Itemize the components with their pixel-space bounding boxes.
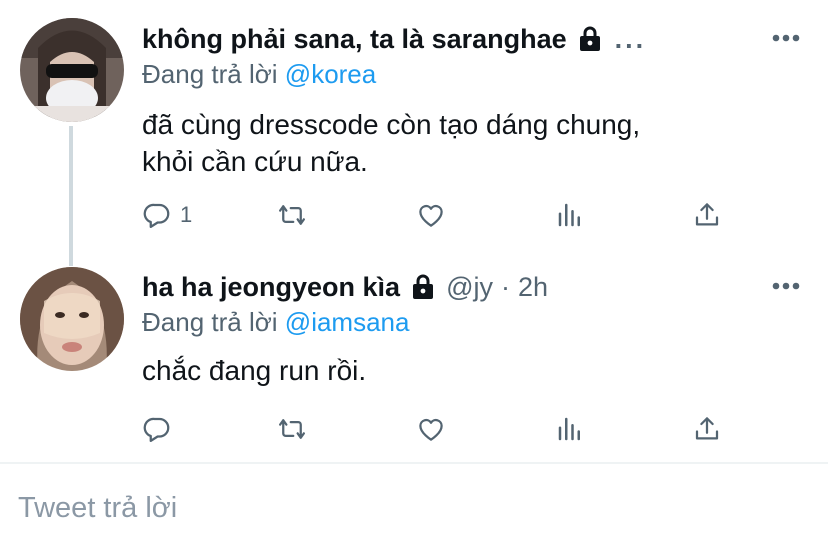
reply-button[interactable]: 1	[142, 200, 192, 230]
share-icon	[695, 417, 719, 440]
avatar[interactable]	[20, 18, 124, 122]
tweet-1[interactable]: không phải sana, ta là saranghae ... Đan…	[0, 0, 828, 260]
tweet-text: chắc đang run rồi.	[142, 352, 782, 389]
heart-icon	[419, 418, 443, 441]
replying-to-label: Đang trả lời	[142, 307, 278, 337]
analytics-icon	[558, 203, 580, 227]
retweet-button[interactable]	[277, 414, 307, 444]
tweet-text-line: đã cùng dresscode còn tạo dáng chung,	[142, 109, 641, 140]
analytics-icon	[558, 417, 580, 441]
like-button[interactable]	[416, 200, 446, 230]
replying-to-label: Đang trả lời	[142, 59, 278, 89]
lock-icon	[412, 274, 434, 300]
display-name[interactable]: không phải sana, ta là saranghae	[142, 22, 567, 56]
retweet-icon	[279, 205, 305, 225]
reply-compose-input[interactable]: Tweet trả lời	[18, 492, 177, 525]
analytics-button[interactable]	[555, 414, 585, 444]
reply-icon	[143, 417, 170, 442]
display-name[interactable]: ha ha jeongyeon kìa	[142, 270, 400, 304]
tweet-actions: 1	[142, 200, 742, 232]
replying-to-mention[interactable]: @iamsana	[285, 307, 410, 337]
like-button[interactable]	[416, 414, 446, 444]
timestamp[interactable]: 2h	[518, 270, 548, 304]
share-button[interactable]	[692, 200, 722, 230]
avatar[interactable]	[20, 267, 124, 371]
tweet-text-line: chắc đang run rồi.	[142, 355, 367, 386]
heart-icon	[419, 204, 443, 227]
truncation-ellipsis: ...	[614, 24, 647, 54]
retweet-icon	[279, 419, 305, 439]
replying-to: Đang trả lời @korea	[142, 58, 376, 90]
replying-to-mention[interactable]: @korea	[285, 59, 376, 89]
tweet-text-line: khỏi cần cứu nữa.	[142, 146, 368, 177]
reply-count: 1	[180, 202, 193, 227]
retweet-button[interactable]	[277, 200, 307, 230]
share-button[interactable]	[692, 414, 722, 444]
more-icon[interactable]	[772, 282, 800, 290]
share-icon	[695, 203, 719, 226]
lock-icon	[579, 26, 601, 52]
handle[interactable]: @jy	[446, 270, 493, 304]
tweet-text: đã cùng dresscode còn tạo dáng chung, kh…	[142, 106, 782, 180]
tweet-actions	[142, 414, 742, 446]
analytics-button[interactable]	[555, 200, 585, 230]
replying-to: Đang trả lời @iamsana	[142, 306, 409, 338]
reply-icon	[143, 203, 170, 228]
more-icon[interactable]	[772, 34, 800, 42]
separator-dot: ·	[501, 272, 510, 302]
tweet-2[interactable]: ha ha jeongyeon kìa @jy · 2h Đang trả lờ…	[0, 260, 828, 460]
reply-button[interactable]	[142, 414, 180, 444]
compose-divider	[0, 462, 828, 464]
